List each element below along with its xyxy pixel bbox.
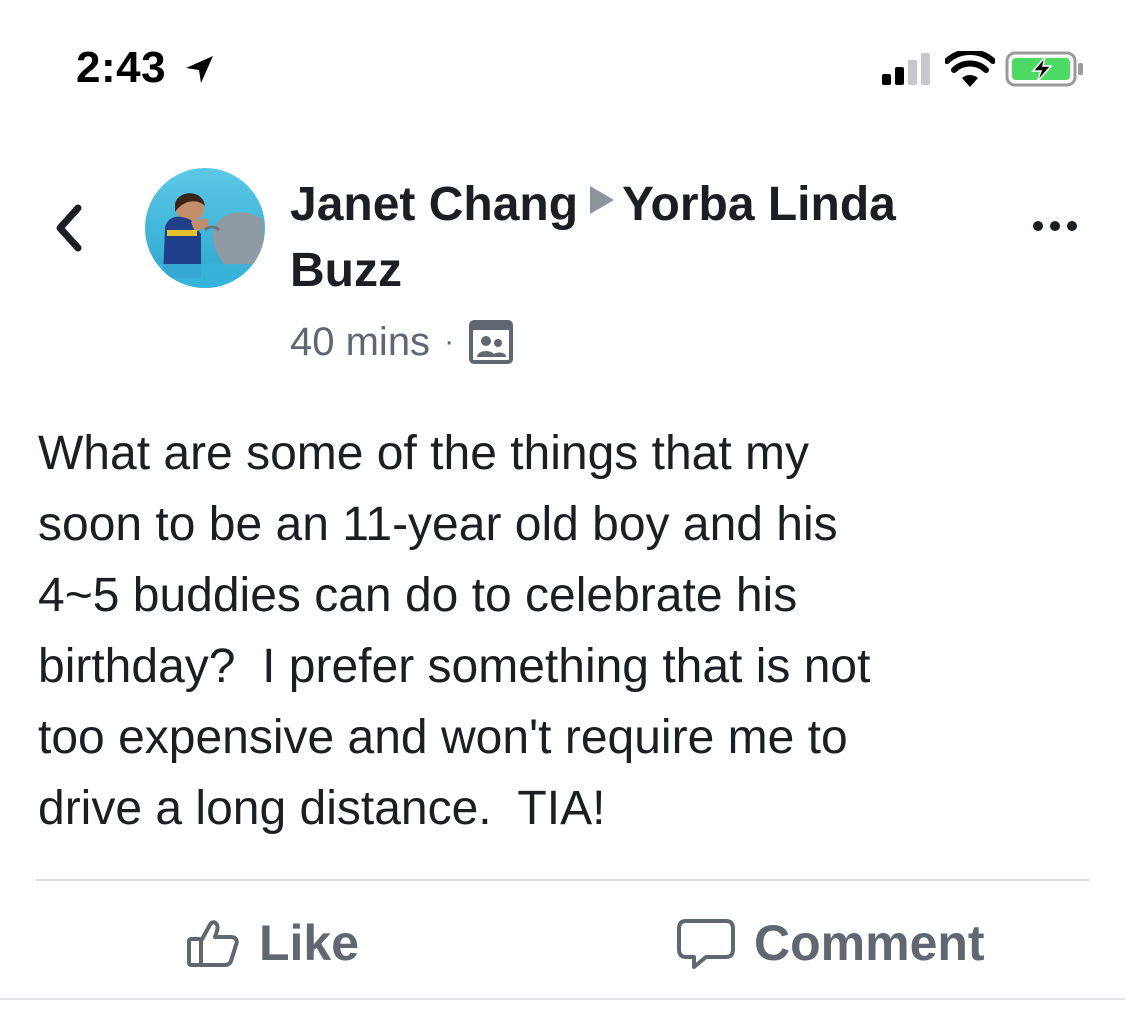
meta-separator: · xyxy=(444,325,455,358)
divider xyxy=(36,879,1089,881)
back-button[interactable] xyxy=(48,198,92,258)
battery-charging-icon xyxy=(1005,51,1083,87)
group-members-icon[interactable] xyxy=(468,319,514,365)
like-label: Like xyxy=(259,915,360,971)
author-name[interactable]: Janet Chang xyxy=(290,178,578,231)
post-timestamp[interactable]: 40 mins xyxy=(290,320,430,365)
avatar[interactable] xyxy=(145,168,265,288)
post-meta: 40 mins · xyxy=(290,316,514,368)
speech-bubble-icon xyxy=(677,919,735,969)
like-button[interactable]: Like xyxy=(185,905,359,981)
post-title: Janet Chang Yorba Linda Buzz xyxy=(290,172,930,304)
post-text: What are some of the things that my soon… xyxy=(38,427,871,835)
cellular-signal-icon xyxy=(882,53,930,85)
status-time: 2:43 xyxy=(76,43,167,92)
comment-button[interactable]: Comment xyxy=(676,905,985,981)
thumbs-up-icon xyxy=(187,920,239,967)
comment-label: Comment xyxy=(754,915,985,971)
wifi-icon xyxy=(945,51,995,87)
shared-to-arrow-icon xyxy=(590,186,615,214)
bottom-divider xyxy=(0,998,1125,1000)
location-arrow-icon xyxy=(186,56,213,83)
post-screen: 2:43 Janet Chang Yorba Linda Buzz 40 min… xyxy=(0,0,1125,1016)
more-options-button[interactable] xyxy=(1030,214,1080,238)
